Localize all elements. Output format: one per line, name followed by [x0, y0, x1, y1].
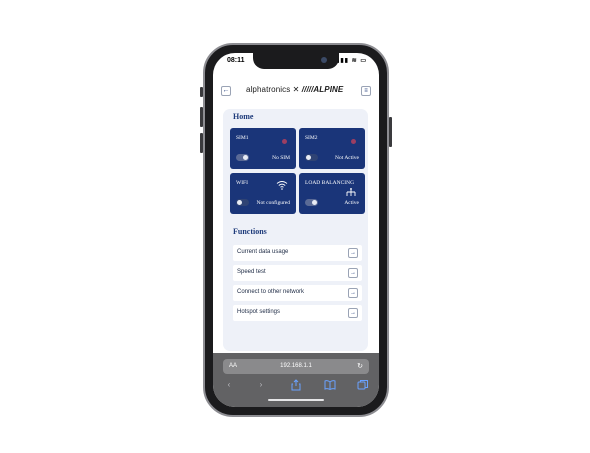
- function-hotspot-settings[interactable]: Hotspot settings →: [233, 305, 362, 321]
- phone-screen: 08:11 ▮▮▮ ≋ ▭ ← alphatronics ✕ /////ALPI…: [213, 53, 379, 407]
- phone-frame: 08:11 ▮▮▮ ≋ ▭ ← alphatronics ✕ /////ALPI…: [200, 43, 392, 417]
- volume-down-button: [200, 133, 203, 153]
- home-indicator: [268, 399, 324, 401]
- brand-alpine: /////ALPINE: [301, 85, 344, 94]
- sim2-toggle[interactable]: [305, 154, 318, 161]
- tile-status: Active: [344, 200, 359, 206]
- power-button: [389, 117, 392, 147]
- arrow-right-icon[interactable]: →: [348, 268, 358, 278]
- back-button[interactable]: ←: [221, 86, 231, 96]
- menu-button[interactable]: ≡: [361, 86, 371, 96]
- tile-status: Not configured: [256, 200, 290, 206]
- status-icons: ▮▮▮ ≋ ▭: [336, 58, 367, 64]
- signal-dot-icon: [282, 139, 287, 144]
- tile-name: WIFI: [236, 180, 248, 186]
- camera-icon: [321, 57, 327, 63]
- functions-title: Functions: [233, 227, 267, 236]
- tile-wifi[interactable]: WIFI Not configured: [230, 173, 296, 214]
- function-label: Connect to other network: [237, 289, 305, 295]
- brand-alphatronics: alphatronics ✕: [246, 85, 302, 94]
- main-content: Home SIM1 No SIM SIM2 Not Active WIFI No…: [223, 109, 368, 351]
- tile-sim1[interactable]: SIM1 No SIM: [230, 128, 296, 169]
- share-icon[interactable]: [290, 379, 302, 391]
- forward-arrow-icon[interactable]: ›: [255, 379, 267, 391]
- bookmarks-icon[interactable]: [324, 379, 336, 391]
- arrow-right-icon[interactable]: →: [348, 308, 358, 318]
- app-header: ← alphatronics ✕ /////ALPINE ≡: [213, 83, 379, 99]
- function-label: Hotspot settings: [237, 309, 281, 315]
- notch: [253, 53, 339, 69]
- tile-status: Not Active: [335, 155, 359, 161]
- back-arrow-icon[interactable]: ‹: [223, 379, 235, 391]
- wifi-toggle[interactable]: [236, 199, 249, 206]
- sim1-toggle[interactable]: [236, 154, 249, 161]
- tabs-icon[interactable]: [357, 379, 369, 391]
- address-bar[interactable]: AA 192.168.1.1 ↻: [223, 359, 369, 374]
- function-current-data-usage[interactable]: Current data usage →: [233, 245, 362, 261]
- status-time: 08:11: [227, 57, 245, 64]
- network-icon: [346, 188, 356, 196]
- tile-status: No SIM: [272, 155, 290, 161]
- function-label: Speed test: [237, 269, 266, 275]
- tile-name: SIM1: [236, 135, 249, 141]
- browser-tab-bar: ‹ ›: [213, 379, 379, 393]
- arrow-right-icon[interactable]: →: [348, 288, 358, 298]
- browser-toolbar: AA 192.168.1.1 ↻ ‹ ›: [213, 353, 379, 407]
- arrow-right-icon[interactable]: →: [348, 248, 358, 258]
- load-balancing-toggle[interactable]: [305, 199, 318, 206]
- function-connect-other-network[interactable]: Connect to other network →: [233, 285, 362, 301]
- tile-sim2[interactable]: SIM2 Not Active: [299, 128, 365, 169]
- home-title: Home: [233, 112, 254, 121]
- tile-name: SIM2: [305, 135, 318, 141]
- tile-name: LOAD BALANCING: [305, 180, 355, 186]
- function-label: Current data usage: [237, 249, 289, 255]
- url-text: 192.168.1.1: [280, 363, 312, 369]
- tile-load-balancing[interactable]: LOAD BALANCING Active: [299, 173, 365, 214]
- volume-up-button: [200, 107, 203, 127]
- wifi-icon: [276, 181, 288, 190]
- function-speed-test[interactable]: Speed test →: [233, 265, 362, 281]
- signal-dot-icon: [351, 139, 356, 144]
- brand-logo: alphatronics ✕ /////ALPINE: [246, 85, 343, 94]
- mute-switch: [200, 87, 203, 97]
- reload-icon[interactable]: ↻: [357, 362, 363, 370]
